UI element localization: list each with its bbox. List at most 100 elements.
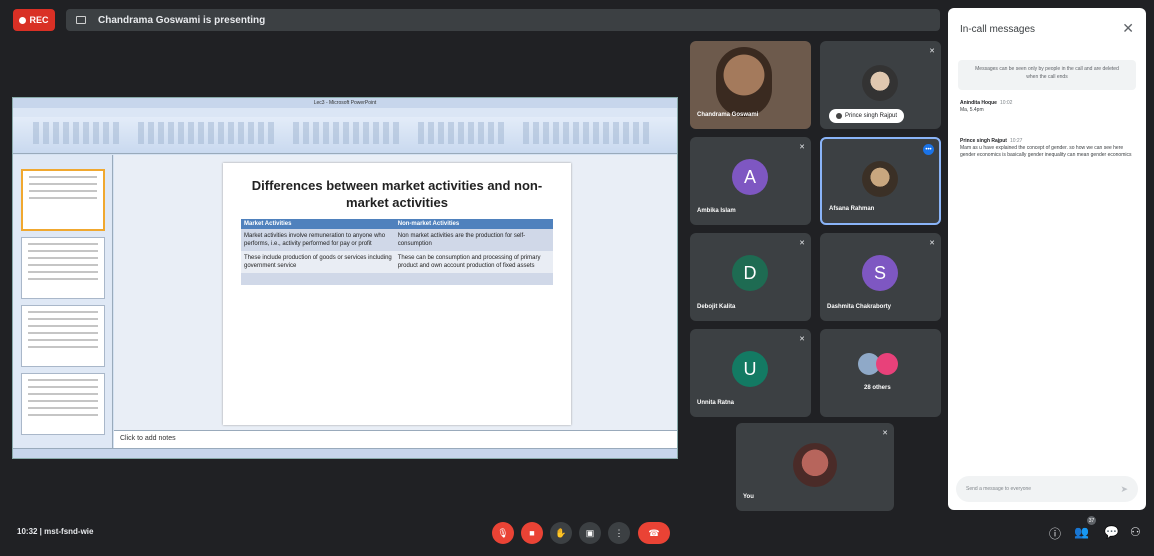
participant-name: Ambika Islam: [697, 208, 736, 214]
notes-pane: Click to add notes: [114, 430, 677, 448]
chat-message: Prince singh Rajput 10:27 Mam as u have e…: [960, 138, 1136, 159]
pin-icon: [836, 113, 842, 119]
participant-name: Debojit Kalita: [697, 304, 736, 310]
participant-tile[interactable]: ✕ S Dashmita Chakraborty: [820, 233, 941, 321]
participant-name: You: [743, 494, 754, 500]
info-icon[interactable]: ⓘ: [1049, 525, 1061, 542]
avatar: [876, 353, 898, 375]
avatar: U: [732, 351, 768, 387]
participant-name: Afsana Rahman: [829, 206, 875, 212]
table-cell: [241, 273, 395, 285]
present-icon: ▣: [585, 527, 595, 538]
mic-off-icon: ✕: [882, 430, 888, 437]
mic-off-icon: 🎙: [497, 527, 509, 538]
table-row: [241, 273, 553, 285]
participant-video: [716, 47, 772, 117]
present-screen-icon: [76, 16, 86, 24]
mic-toggle-button[interactable]: 🎙: [492, 522, 514, 544]
raise-hand-icon: ✋: [555, 527, 567, 538]
rec-label: REC: [29, 15, 49, 25]
slide-workspace: Differences between market activities an…: [114, 155, 677, 430]
slide-thumbnail: [21, 305, 105, 367]
table-row: These include production of goods or ser…: [241, 251, 553, 273]
shared-screen: Lec3 - Microsoft PowerPoint Differences …: [12, 97, 678, 459]
mic-off-icon: ✕: [929, 240, 935, 247]
avatar: [862, 161, 898, 197]
close-icon[interactable]: ✕: [1122, 20, 1134, 37]
table-row: Market activities involve remuneration t…: [241, 229, 553, 251]
comparison-table: Market Activities Non-market Activities …: [241, 219, 553, 285]
message-time: 10:27: [1009, 138, 1023, 144]
ppt-status-bar: [13, 448, 677, 458]
people-icon[interactable]: 👥: [1074, 525, 1089, 539]
self-tile[interactable]: ✕ You: [736, 423, 894, 511]
avatar: [793, 443, 837, 487]
ppt-window-title: Lec3 - Microsoft PowerPoint: [13, 98, 677, 108]
participant-name: Unnita Ratna: [697, 400, 735, 406]
participant-tile[interactable]: ✕ D Debojit Kalita: [690, 233, 811, 321]
meeting-info: 10:32 | mst-fsnd-wie: [17, 527, 94, 536]
recording-badge: REC: [13, 9, 55, 31]
table-cell: These can be consumption and processing …: [394, 251, 553, 273]
table-header: Non-market Activities: [394, 219, 553, 229]
present-button[interactable]: ▣: [579, 522, 601, 544]
chat-title: In-call messages: [960, 24, 1036, 35]
avatar: [862, 65, 898, 101]
participant-name: Chandrama Goswami: [697, 112, 759, 118]
slide-thumbnail: [21, 169, 105, 231]
slide-thumbnails: [13, 155, 113, 448]
chat-notice: Messages can be seen only by people in t…: [958, 60, 1136, 90]
ppt-ribbon: [13, 108, 677, 154]
people-count-badge: 37: [1087, 516, 1096, 525]
slide-title: Differences between market activities an…: [251, 178, 543, 210]
camera-off-icon: ■: [529, 528, 535, 538]
hang-up-icon: ☎: [648, 527, 660, 538]
avatar: D: [732, 255, 768, 291]
message-text: Ma, 5.4pm: [960, 107, 984, 113]
others-tile[interactable]: 28 others: [820, 329, 941, 417]
activities-icon[interactable]: ⚇: [1130, 525, 1141, 539]
mic-off-icon: ✕: [929, 48, 935, 55]
message-text: Mam as u have explained the concept of g…: [960, 145, 1132, 158]
table-cell: These include production of goods or ser…: [241, 251, 395, 273]
message-time: 10:02: [999, 100, 1013, 106]
participant-tile[interactable]: Chandrama Goswami: [690, 41, 811, 129]
more-options-icon: ⋮: [614, 527, 624, 538]
record-dot-icon: [19, 16, 27, 24]
send-icon[interactable]: ➤: [1120, 484, 1128, 495]
participant-name: Prince singh Rajput: [845, 113, 898, 119]
table-cell: Non market activities are the production…: [394, 229, 553, 251]
table-cell: [394, 273, 553, 285]
more-options-button[interactable]: ⋮: [608, 522, 630, 544]
chat-icon[interactable]: 💬: [1104, 525, 1119, 539]
others-count: 28 others: [864, 385, 891, 391]
participant-tile[interactable]: ••• Afsana Rahman: [820, 137, 941, 225]
avatar: S: [862, 255, 898, 291]
participant-tile[interactable]: ✕ U Unnita Ratna: [690, 329, 811, 417]
mic-off-icon: ✕: [799, 240, 805, 247]
avatar: A: [732, 159, 768, 195]
message-sender: Prince singh Rajput: [960, 138, 1007, 144]
participant-name: Dashmita Chakraborty: [827, 304, 892, 310]
leave-call-button[interactable]: ☎: [638, 522, 670, 544]
chat-panel: In-call messages ✕ Messages can be seen …: [948, 8, 1146, 510]
mic-off-icon: ✕: [799, 336, 805, 343]
table-header: Market Activities: [241, 219, 395, 229]
participant-tile[interactable]: ✕ Prince singh Rajput: [820, 41, 941, 129]
table-cell: Market activities involve remuneration t…: [241, 229, 395, 251]
mic-off-icon: ✕: [799, 144, 805, 151]
slide-thumbnail: [21, 237, 105, 299]
slide-thumbnail: [21, 373, 105, 435]
presenting-banner: Chandrama Goswami is presenting: [66, 9, 940, 31]
participant-tile[interactable]: ✕ A Ambika Islam: [690, 137, 811, 225]
camera-toggle-button[interactable]: ■: [521, 522, 543, 544]
message-input[interactable]: Send a message to everyone ➤: [956, 476, 1138, 502]
current-slide: Differences between market activities an…: [223, 163, 571, 425]
pinned-name-pill: Prince singh Rajput: [829, 109, 905, 123]
raise-hand-button[interactable]: ✋: [550, 522, 572, 544]
chat-message: Anindita Hoque 10:02 Ma, 5.4pm: [960, 100, 1136, 114]
speaking-indicator-icon: •••: [923, 144, 934, 155]
presenting-text: Chandrama Goswami is presenting: [98, 14, 266, 26]
message-sender: Anindita Hoque: [960, 100, 997, 106]
message-placeholder: Send a message to everyone: [966, 486, 1032, 492]
